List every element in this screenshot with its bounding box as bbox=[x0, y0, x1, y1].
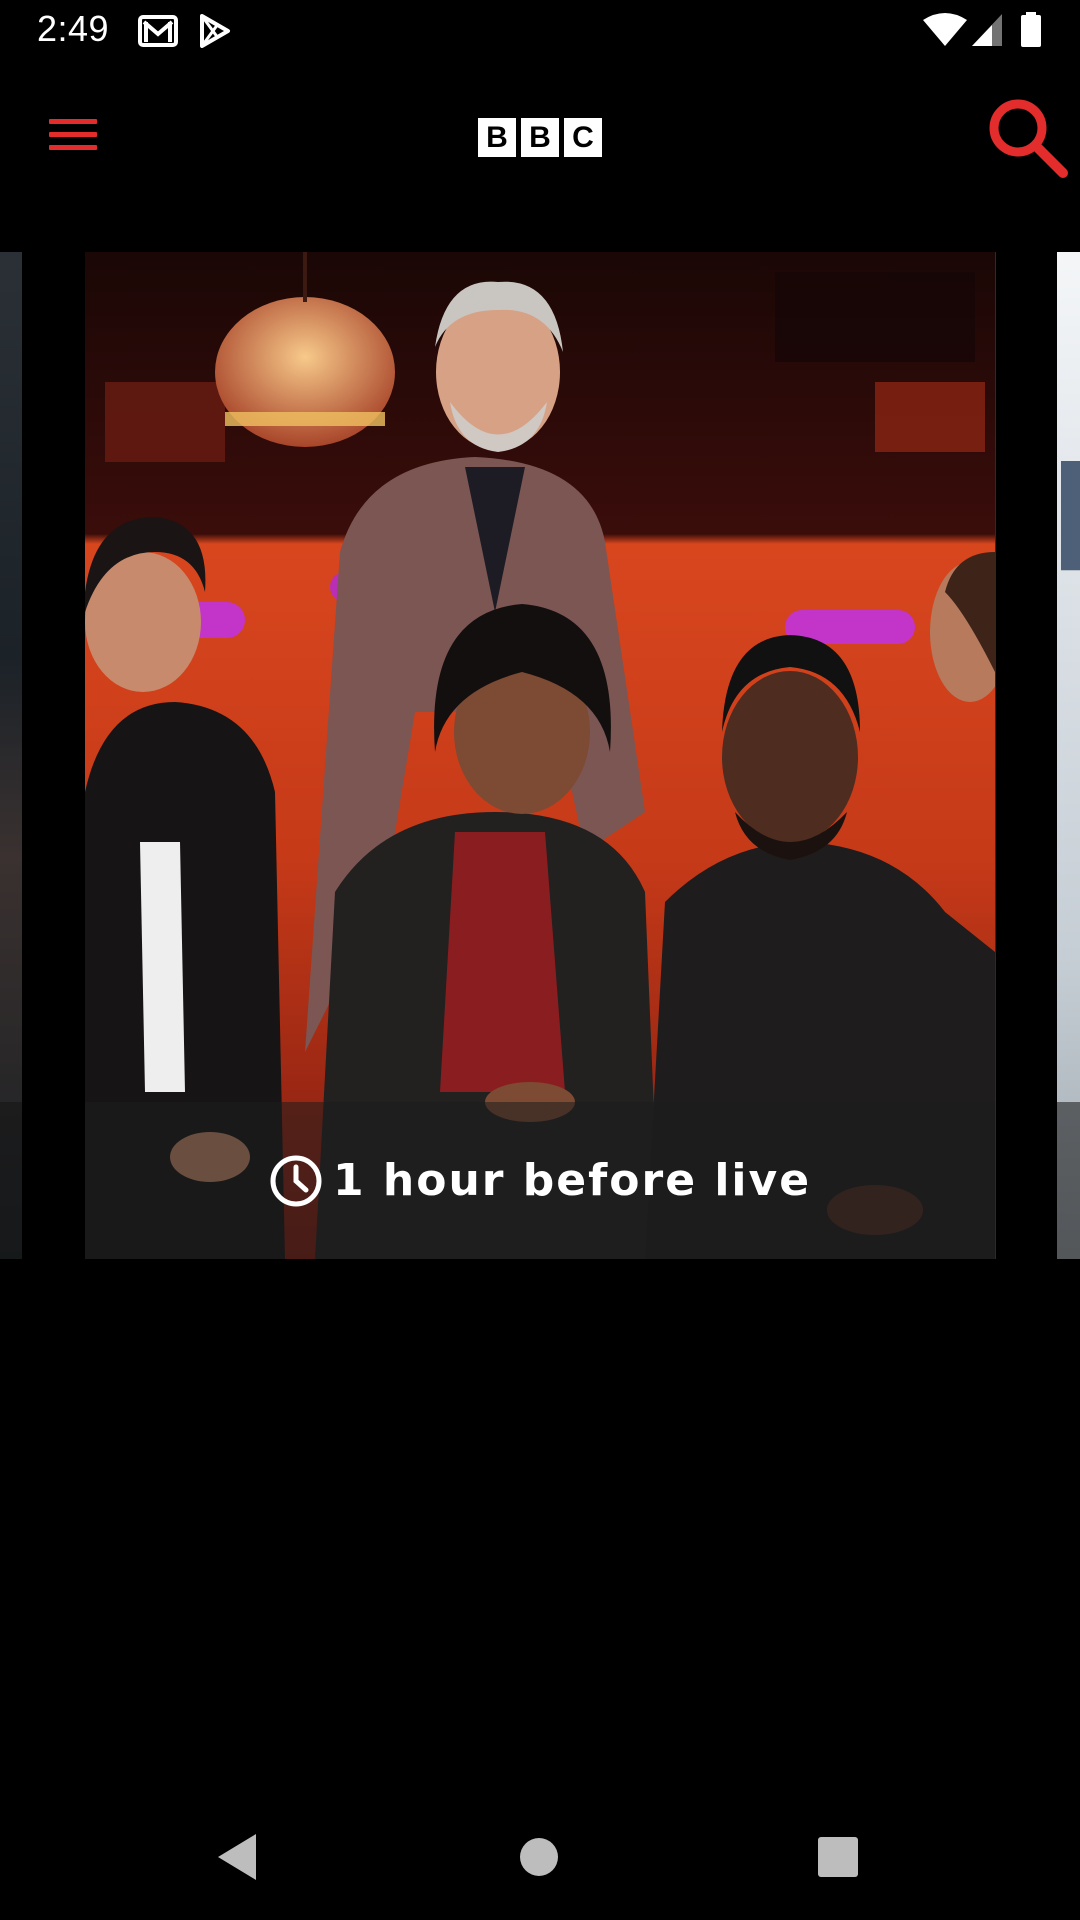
clock-icon bbox=[270, 1155, 322, 1206]
logo-letter: C bbox=[564, 118, 602, 157]
hamburger-menu-icon bbox=[49, 119, 97, 124]
home-icon[interactable] bbox=[506, 1824, 572, 1890]
logo-letter: B bbox=[521, 118, 559, 157]
card-band bbox=[1057, 1102, 1080, 1259]
carousel[interactable]: 1 hour before live ▌ bbox=[0, 252, 1080, 1259]
app-bar: B B C bbox=[0, 63, 1080, 210]
play-store-icon bbox=[200, 14, 230, 48]
menu-button[interactable] bbox=[40, 111, 106, 159]
card-band bbox=[0, 1102, 22, 1259]
menu-line bbox=[49, 132, 97, 137]
status-bar: 2:49 bbox=[0, 0, 1080, 63]
recents-icon[interactable] bbox=[805, 1824, 871, 1890]
system-nav-bar bbox=[0, 1794, 1080, 1920]
logo-letter: B bbox=[478, 118, 516, 157]
schedule-text: 1 hour before live bbox=[332, 1155, 812, 1206]
bbc-logo: B B C bbox=[478, 118, 602, 157]
status-time: 2:49 bbox=[37, 8, 110, 49]
next-card[interactable]: ▌ bbox=[1057, 252, 1080, 1259]
search-icon[interactable] bbox=[985, 95, 1070, 180]
wifi-icon bbox=[923, 13, 967, 46]
back-icon[interactable] bbox=[206, 1824, 272, 1890]
battery-icon bbox=[1021, 12, 1041, 47]
next-card-art: ▌ bbox=[1061, 462, 1080, 565]
previous-card[interactable] bbox=[0, 252, 22, 1259]
schedule-badge: 1 hour before live bbox=[269, 1154, 811, 1208]
gmail-icon bbox=[138, 15, 178, 47]
signal-icon bbox=[972, 14, 1002, 46]
featured-card[interactable]: 1 hour before live bbox=[85, 252, 996, 1259]
card-caption-band: 1 hour before live bbox=[85, 1102, 995, 1259]
menu-line bbox=[49, 145, 97, 150]
